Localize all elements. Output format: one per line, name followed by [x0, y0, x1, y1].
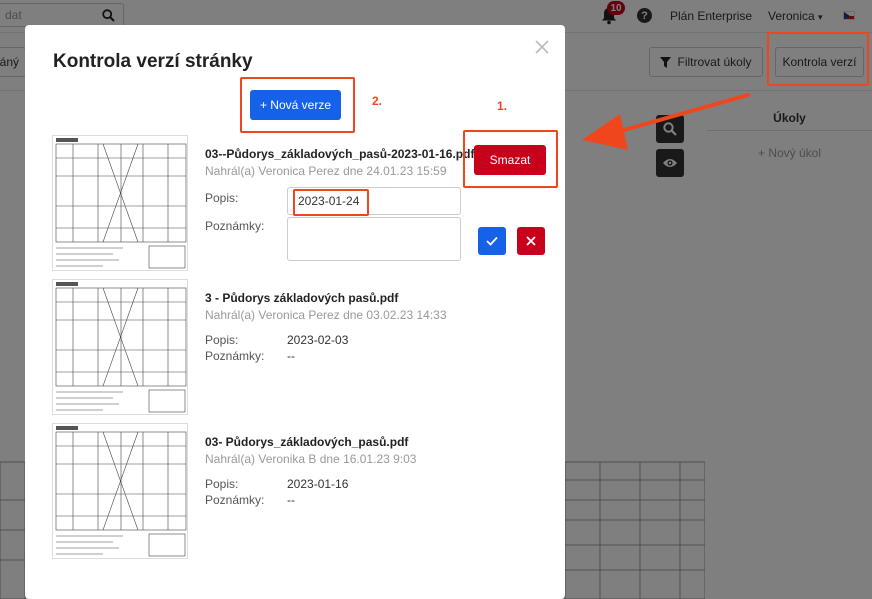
description-input[interactable]	[287, 187, 461, 215]
new-version-button[interactable]: + Nová verze	[250, 90, 341, 120]
description-value: 2023-02-03	[287, 333, 349, 347]
version-filename: 3 - Půdorys základových pasů.pdf	[205, 291, 399, 305]
modal-title: Kontrola verzí stránky	[53, 51, 253, 72]
description-label: Popis:	[205, 477, 239, 491]
version-thumbnail[interactable]	[52, 135, 188, 271]
version-thumbnail[interactable]	[52, 279, 188, 415]
description-label: Popis:	[205, 191, 239, 205]
version-item: 03- Půdorys_základových_pasů.pdf Nahrál(…	[52, 423, 542, 559]
version-item: 03--Půdorys_základových_pasů-2023-01-16.…	[52, 135, 546, 271]
close-icon	[535, 40, 549, 54]
description-label: Popis:	[205, 333, 239, 347]
delete-version-button[interactable]: Smazat	[474, 145, 546, 175]
notes-textarea[interactable]	[287, 217, 461, 261]
notes-label: Poznámky:	[205, 493, 265, 507]
version-upload-info: Nahrál(a) Veronica Perez dne 03.02.23 14…	[205, 308, 447, 322]
version-upload-info: Nahrál(a) Veronika B dne 16.01.23 9:03	[205, 452, 417, 466]
version-check-modal: Kontrola verzí stránky + Nová verze 03--…	[25, 25, 565, 599]
notes-label: Poznámky:	[205, 349, 265, 363]
cancel-button[interactable]	[517, 227, 545, 255]
notes-label: Poznámky:	[205, 219, 265, 233]
version-filename: 03--Půdorys_základových_pasů-2023-01-16.…	[205, 147, 475, 161]
notes-value: --	[287, 493, 295, 507]
notes-value: --	[287, 349, 295, 363]
close-button[interactable]	[534, 39, 550, 55]
step-1-label: 1.	[497, 99, 508, 113]
version-item: 3 - Půdorys základových pasů.pdf Nahrál(…	[52, 279, 542, 415]
step-2-label: 2.	[372, 94, 383, 108]
version-thumbnail[interactable]	[52, 423, 188, 559]
checkmark-icon	[486, 236, 498, 246]
description-value: 2023-01-16	[287, 477, 349, 491]
close-icon	[526, 236, 536, 246]
save-button[interactable]	[478, 227, 506, 255]
version-filename: 03- Půdorys_základových_pasů.pdf	[205, 435, 409, 449]
version-upload-info: Nahrál(a) Veronica Perez dne 24.01.23 15…	[205, 164, 447, 178]
